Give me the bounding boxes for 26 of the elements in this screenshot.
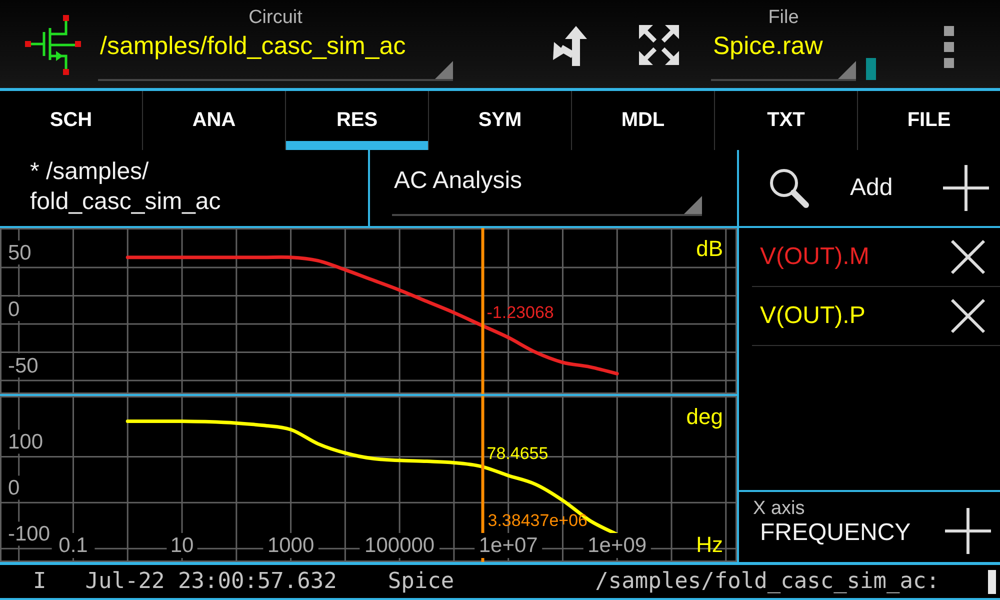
- log-message: /samples/fold_casc_sim_ac:: [595, 569, 940, 594]
- cursor-value-label: 3.38437e+06: [488, 511, 588, 530]
- x-tick-label: 0.1: [58, 534, 88, 557]
- y-tick-label: -50: [8, 354, 38, 378]
- file-label: File: [767, 7, 800, 29]
- x-axis-unit: Hz: [696, 532, 723, 557]
- cursor-readout: 78.4655: [486, 444, 548, 463]
- x-tick-label: 1000: [267, 534, 314, 557]
- y-tick-label: 50: [8, 242, 32, 265]
- y-tick-label: 0: [8, 476, 20, 500]
- y-axis-unit: dB: [696, 236, 723, 261]
- x-tick-label: 1e+09: [588, 534, 647, 557]
- y-tick-label: 100: [8, 430, 44, 454]
- file-title: * /samples/ fold_casc_sim_ac: [30, 157, 221, 217]
- x-tick-label: 1e+07: [478, 534, 538, 557]
- y-tick-label: -100: [8, 522, 50, 546]
- x-tick-label: 100000: [364, 534, 435, 557]
- y-axis-unit: deg: [686, 404, 723, 429]
- cursor-readout: -1.23068: [486, 302, 554, 322]
- log-source: Spice: [388, 569, 454, 594]
- x-axis-label: X axis: [753, 499, 805, 519]
- x-tick-label: 10: [170, 534, 194, 557]
- log-time: Jul-22 23:00:57.632: [85, 569, 337, 594]
- y-tick-label: 0: [8, 298, 20, 321]
- circuit-label: Circuit: [248, 7, 304, 29]
- log-level: I: [33, 569, 46, 594]
